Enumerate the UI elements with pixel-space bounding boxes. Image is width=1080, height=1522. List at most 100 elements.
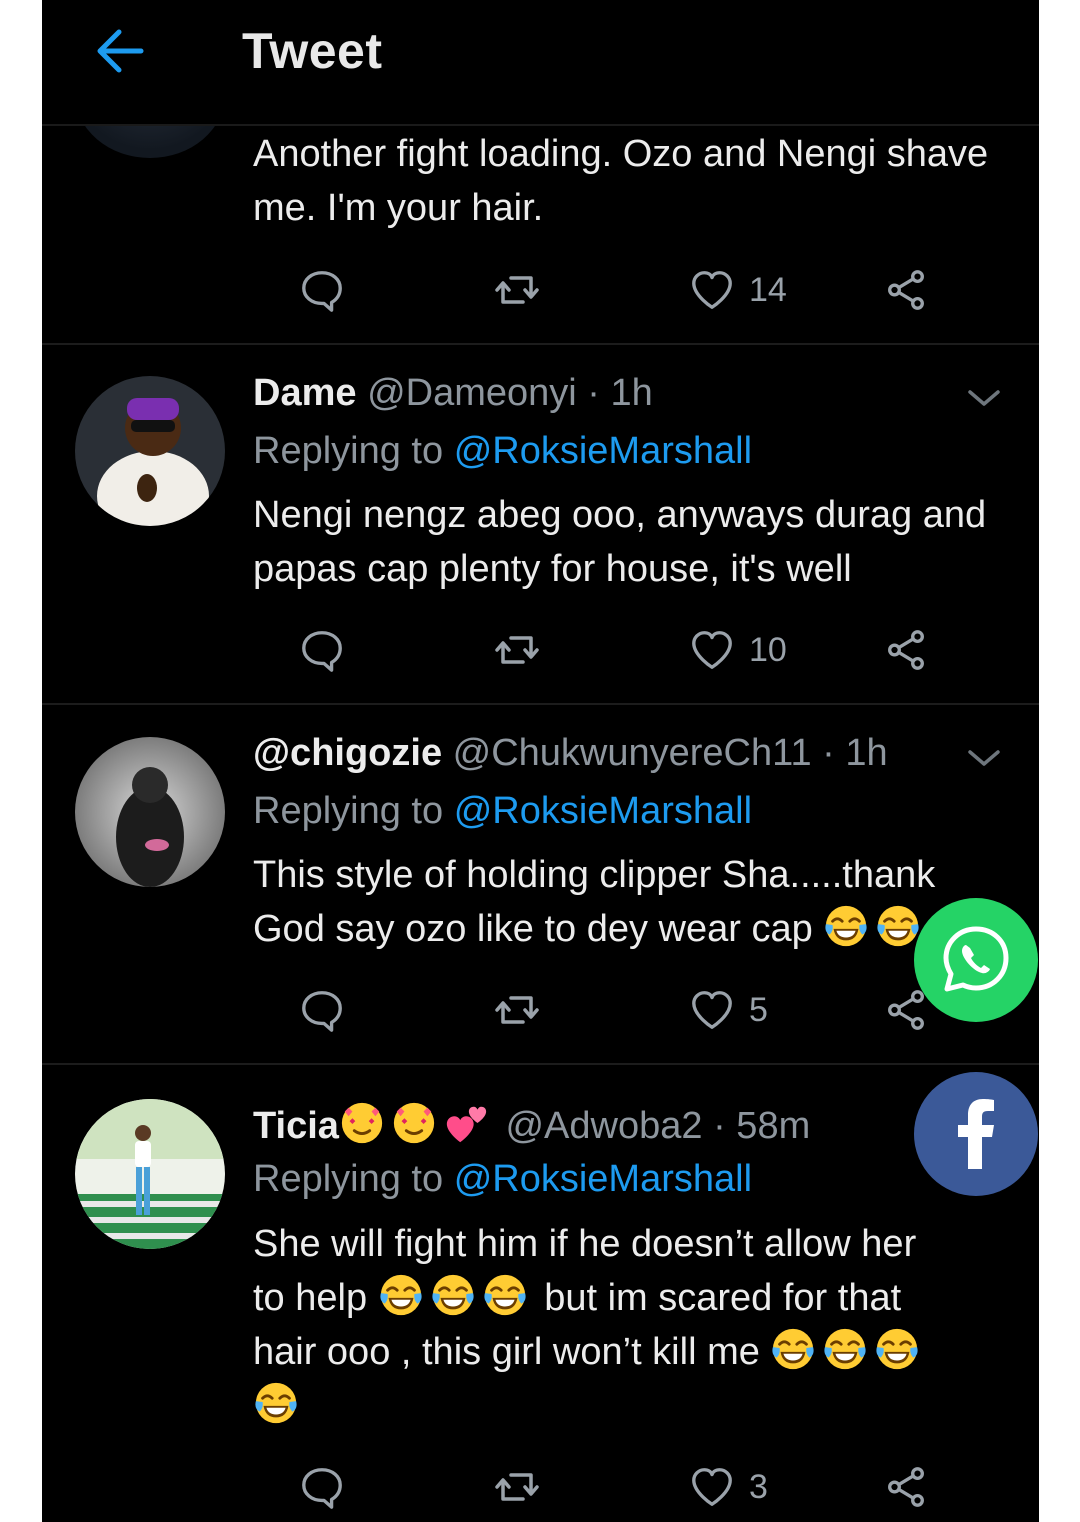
retweet-button[interactable] — [493, 985, 541, 1035]
share-icon — [883, 627, 929, 673]
tweet-text: She will fight him if he doesn’t allow h… — [253, 1217, 1013, 1433]
timestamp: · 1h — [587, 372, 653, 414]
like-button[interactable]: 5 — [689, 985, 768, 1035]
heart-icon — [689, 627, 735, 673]
tweet-text-fragment: God say ozo like to dey wear cap — [253, 908, 813, 950]
replying-to: Replying to @RoksieMarshall — [253, 790, 752, 833]
heart-icon — [689, 1464, 735, 1510]
tweet-actions: 3 — [253, 1462, 953, 1512]
share-button[interactable] — [883, 1462, 929, 1512]
reply-bubble-icon — [299, 267, 345, 313]
avatar-image — [75, 1099, 225, 1249]
share-button[interactable] — [883, 985, 929, 1035]
mention-link[interactable]: @RoksieMarshall — [454, 430, 752, 472]
retweet-button[interactable] — [493, 1462, 541, 1512]
timestamp: · 58m — [713, 1105, 811, 1147]
smiling-face-with-hearts-emoji — [391, 1100, 437, 1146]
display-name[interactable]: Ticia — [253, 1105, 339, 1147]
face-with-tears-of-joy-emoji — [770, 1326, 816, 1372]
chevron-down-icon[interactable] — [964, 382, 1004, 412]
display-name[interactable]: Dame — [253, 372, 357, 414]
smiling-face-with-hearts-emoji — [339, 1100, 385, 1146]
tweet-text-fragment: to help — [253, 1277, 368, 1319]
chevron-down-icon[interactable] — [964, 742, 1004, 772]
face-with-tears-of-joy-emoji — [430, 1272, 476, 1318]
like-count: 3 — [749, 1467, 768, 1506]
tweet-thread-screen: Tweet Another fight loading. Ozo and Nen… — [42, 0, 1039, 1522]
share-icon — [883, 267, 929, 313]
facebook-icon — [958, 1099, 994, 1169]
like-count: 14 — [749, 270, 787, 309]
replying-to: Replying to @RoksieMarshall — [253, 430, 752, 473]
replying-to-label: Replying to — [253, 430, 444, 472]
tweet-text-fragment: but im scared for that — [544, 1277, 902, 1319]
like-count: 10 — [749, 630, 787, 669]
replying-to-label: Replying to — [253, 790, 444, 832]
retweet-button[interactable] — [493, 265, 541, 315]
reply-bubble-icon — [299, 987, 345, 1033]
heart-icon — [689, 987, 735, 1033]
avatar[interactable] — [75, 376, 225, 526]
replying-to-label: Replying to — [253, 1158, 444, 1200]
tweet-text-line: God say ozo like to dey wear cap — [253, 902, 1013, 956]
face-with-tears-of-joy-emoji — [822, 1326, 868, 1372]
retweet-icon — [493, 266, 541, 314]
tweet-text-fragment: hair ooo , this girl won’t kill me — [253, 1331, 760, 1373]
timestamp: · 1h — [822, 732, 888, 774]
share-icon — [883, 1464, 929, 1510]
replying-to: Replying to @RoksieMarshall — [253, 1158, 752, 1201]
user-handle[interactable]: @Dameonyi — [367, 372, 577, 414]
share-button[interactable] — [883, 625, 929, 675]
avatar[interactable] — [75, 737, 225, 887]
tweet-header: Dame @Dameonyi · 1h — [253, 372, 653, 415]
face-with-tears-of-joy-emoji — [482, 1272, 528, 1318]
retweet-icon — [493, 986, 541, 1034]
tweet-text-line: to help but im scared for that — [253, 1271, 1013, 1325]
display-name[interactable]: @chigozie — [253, 732, 442, 774]
avatar[interactable] — [75, 1099, 225, 1249]
reply-button[interactable] — [299, 985, 345, 1035]
page-title: Tweet — [242, 23, 383, 79]
divider — [42, 1063, 1039, 1065]
whatsapp-share-button[interactable] — [914, 898, 1038, 1022]
like-button[interactable]: 14 — [689, 265, 787, 315]
facebook-share-button[interactable] — [914, 1072, 1038, 1196]
avatar-image — [75, 376, 225, 526]
face-with-tears-of-joy-emoji — [823, 903, 869, 949]
reply-bubble-icon — [299, 627, 345, 673]
back-button[interactable] — [92, 26, 148, 76]
mention-link[interactable]: @RoksieMarshall — [454, 790, 752, 832]
tweet-text-line: hair ooo , this girl won’t kill me — [253, 1325, 1013, 1379]
tweet-actions: 10 — [253, 625, 953, 675]
reply-button[interactable] — [299, 1462, 345, 1512]
tweet-text-line: She will fight him if he doesn’t allow h… — [253, 1223, 917, 1265]
reply-bubble-icon — [299, 1464, 345, 1510]
share-icon — [883, 987, 929, 1033]
divider — [42, 343, 1039, 345]
tweet-actions: 14 — [253, 265, 953, 315]
face-with-tears-of-joy-emoji — [378, 1272, 424, 1318]
retweet-button[interactable] — [493, 625, 541, 675]
like-button[interactable]: 3 — [689, 1462, 768, 1512]
reply-button[interactable] — [299, 265, 345, 315]
share-button[interactable] — [883, 265, 929, 315]
user-handle[interactable]: @Adwoba2 — [505, 1105, 702, 1147]
mention-link[interactable]: @RoksieMarshall — [454, 1158, 752, 1200]
tweet-header: @chigozie @ChukwunyereCh11 · 1h — [253, 732, 888, 775]
tweet-text-line: This style of holding clipper Sha.....th… — [253, 854, 936, 896]
divider — [42, 703, 1039, 705]
face-with-tears-of-joy-emoji — [874, 1326, 920, 1372]
retweet-icon — [493, 626, 541, 674]
user-handle[interactable]: @ChukwunyereCh11 — [453, 732, 812, 774]
like-count: 5 — [749, 990, 768, 1029]
two-hearts-emoji — [443, 1100, 489, 1146]
tweet-text: Nengi nengz abeg ooo, anyways durag and … — [253, 494, 987, 590]
retweet-icon — [493, 1463, 541, 1511]
reply-button[interactable] — [299, 625, 345, 675]
face-with-tears-of-joy-emoji — [875, 903, 921, 949]
arrow-left-icon — [97, 29, 144, 73]
tweet-text: This style of holding clipper Sha.....th… — [253, 848, 1013, 956]
face-with-tears-of-joy-emoji — [253, 1380, 299, 1426]
like-button[interactable]: 10 — [689, 625, 787, 675]
tweet-actions: 5 — [253, 985, 953, 1035]
